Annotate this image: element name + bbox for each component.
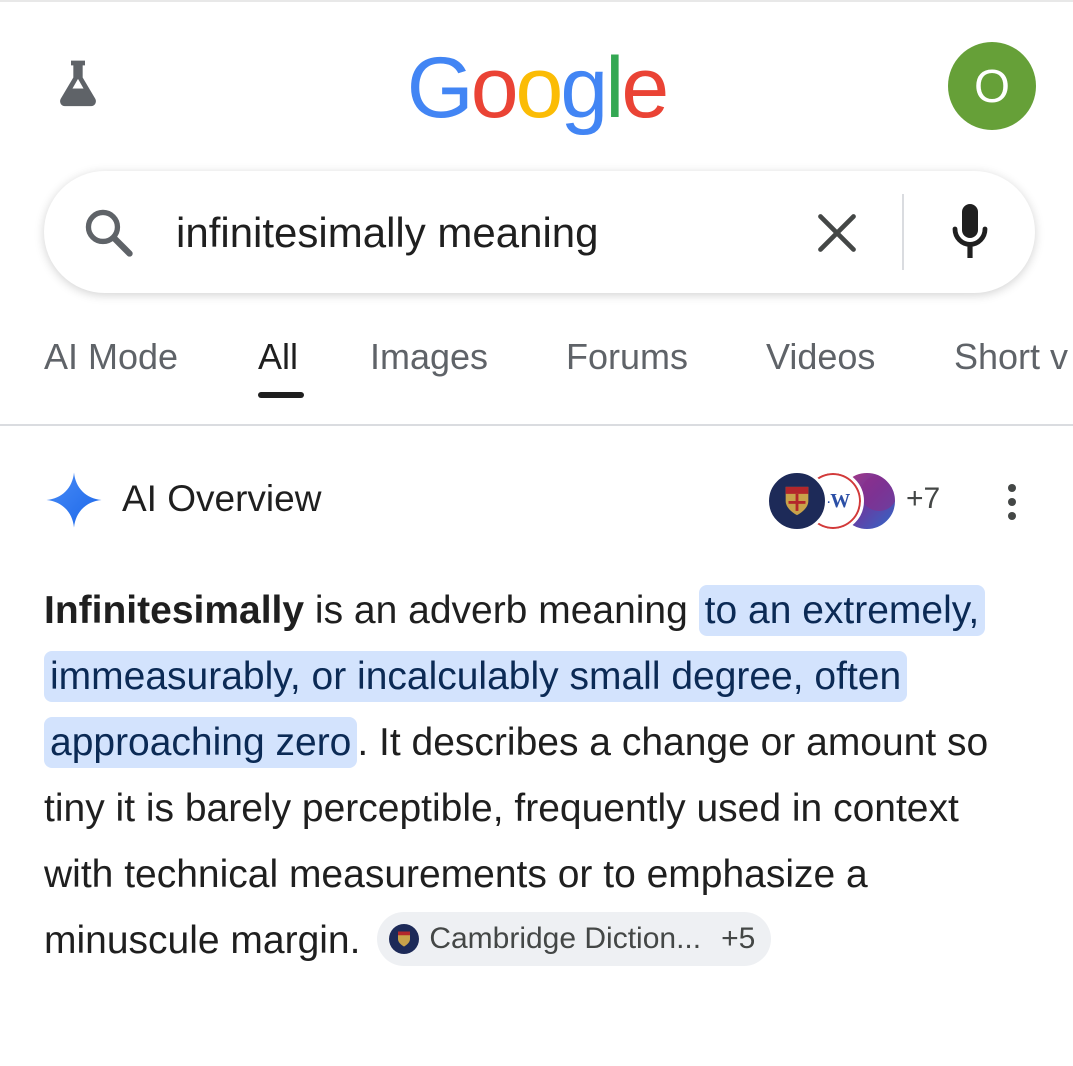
search-divider: [902, 194, 904, 270]
source-favicon-cambridge: [766, 470, 828, 532]
top-border: [0, 0, 1073, 2]
dot-icon: [1008, 512, 1016, 520]
tab-short-videos[interactable]: Short v: [954, 336, 1068, 378]
more-sources-count[interactable]: +7: [906, 482, 940, 516]
clear-search-button[interactable]: [808, 204, 866, 262]
active-tab-indicator: [258, 392, 304, 398]
tab-all[interactable]: All: [258, 336, 298, 378]
tab-ai-mode[interactable]: AI Mode: [44, 336, 178, 378]
more-options-button[interactable]: [996, 480, 1028, 524]
citation-chip[interactable]: Cambridge Diction... +5: [377, 911, 772, 966]
logo-letter: g: [560, 40, 608, 136]
cambridge-logo-icon: [389, 923, 420, 954]
voice-search-button[interactable]: [940, 198, 1000, 266]
citation-more-count: +5: [721, 921, 756, 955]
google-logo[interactable]: Google: [0, 38, 1073, 138]
search-input[interactable]: [176, 200, 776, 266]
close-icon: [818, 214, 856, 252]
gemini-sparkle-icon: [46, 472, 102, 528]
avatar-initial: O: [974, 60, 1010, 112]
ai-overview-sources[interactable]: I-W: [766, 470, 906, 532]
cambridge-shield-icon: [785, 486, 809, 516]
dot-icon: [1008, 484, 1016, 492]
logo-letter: e: [621, 40, 669, 136]
search-tabs: AI Mode All Images Forums Videos Short v: [0, 330, 1073, 425]
account-avatar[interactable]: O: [948, 42, 1036, 130]
overview-term: Infinitesimally: [44, 589, 305, 632]
ai-overview-text: Infinitesimally is an adverb meaning to …: [44, 578, 1034, 974]
citation-label: Cambridge Diction...: [429, 921, 702, 955]
tab-images[interactable]: Images: [370, 336, 488, 378]
logo-letter: l: [605, 40, 624, 136]
ai-overview-title: AI Overview: [122, 478, 322, 519]
logo-letter: o: [515, 40, 564, 136]
tab-videos[interactable]: Videos: [766, 336, 875, 378]
search-icon: [85, 209, 133, 257]
tab-forums[interactable]: Forums: [566, 336, 688, 378]
dot-icon: [1008, 498, 1016, 506]
overview-text-intro: is an adverb meaning: [304, 589, 699, 632]
tabs-divider: [0, 424, 1073, 426]
mic-icon: [952, 204, 988, 258]
logo-letter: G: [406, 40, 474, 136]
logo-letter: o: [470, 40, 519, 136]
